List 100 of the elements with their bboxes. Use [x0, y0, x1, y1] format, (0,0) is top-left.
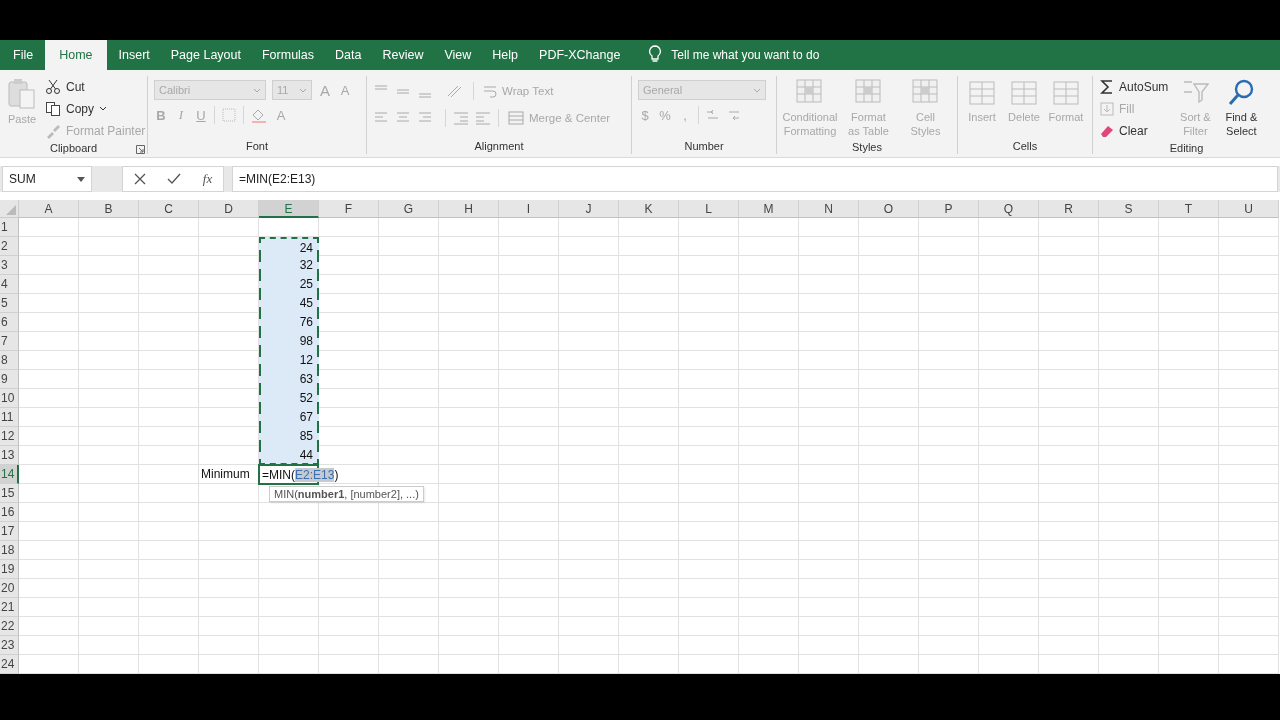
column-header[interactable]: R: [1039, 200, 1099, 218]
column-header[interactable]: L: [679, 200, 739, 218]
row-header[interactable]: 11: [0, 408, 19, 427]
row-header[interactable]: 9: [0, 370, 19, 389]
column-header[interactable]: C: [139, 200, 199, 218]
function-tooltip: MIN(number1, [number2], ...): [269, 485, 424, 502]
ribbon-tab[interactable]: File: [4, 40, 43, 70]
group-label: Clipboard: [49, 141, 98, 154]
group-label: Alignment: [474, 139, 524, 152]
column-header[interactable]: Q: [979, 200, 1039, 218]
column-header[interactable]: K: [619, 200, 679, 218]
row-header[interactable]: 1: [0, 218, 19, 237]
row-header[interactable]: 3: [0, 256, 19, 275]
group-label: Editing: [1169, 141, 1204, 154]
ribbon-tab[interactable]: Insert: [109, 40, 159, 70]
row-header[interactable]: 21: [0, 598, 19, 617]
name-box[interactable]: SUM: [2, 166, 92, 192]
formula-input[interactable]: =MIN(E2:E13): [232, 166, 1278, 192]
column-header[interactable]: A: [19, 200, 79, 218]
row-header[interactable]: 7: [0, 332, 19, 351]
ribbon-tab[interactable]: Data: [326, 40, 371, 70]
ribbon-tab[interactable]: Home: [45, 40, 107, 70]
column-header[interactable]: P: [919, 200, 979, 218]
paintbrush-icon: [45, 122, 61, 139]
table-cell: 52: [259, 389, 319, 408]
column-header[interactable]: M: [739, 200, 799, 218]
row-header[interactable]: 6: [0, 313, 19, 332]
copy-icon: [45, 100, 61, 117]
grid-cells-icon: [1008, 78, 1040, 108]
grid-cells-icon: [966, 78, 998, 108]
ribbon-tab[interactable]: View: [435, 40, 481, 70]
column-header[interactable]: T: [1159, 200, 1219, 218]
column-header[interactable]: N: [799, 200, 859, 218]
column-header[interactable]: J: [559, 200, 619, 218]
column-header[interactable]: D: [199, 200, 259, 218]
autosum-button[interactable]: AutoSum: [1097, 76, 1172, 97]
row-header[interactable]: 12: [0, 427, 19, 446]
fill-down-icon: [1100, 100, 1114, 117]
row-header[interactable]: 2: [0, 237, 19, 256]
row-header[interactable]: 14: [0, 465, 19, 484]
table-cell: 25: [259, 275, 319, 294]
table-cell: 63: [259, 370, 319, 389]
row-header[interactable]: 16: [0, 503, 19, 522]
group-label: Number: [684, 139, 724, 152]
merge-icon: [508, 110, 524, 125]
table-cell: 45: [259, 294, 319, 313]
ribbon-tab[interactable]: Page Layout: [161, 40, 250, 70]
table-cell: 98: [259, 332, 319, 351]
lightbulb-icon: [648, 45, 663, 63]
row-header[interactable]: 10: [0, 389, 19, 408]
row-header[interactable]: 5: [0, 294, 19, 313]
eraser-icon: [1100, 123, 1114, 138]
ribbon-tab[interactable]: PDF-XChange: [530, 40, 630, 70]
table-cell: 67: [259, 408, 319, 427]
row-header[interactable]: 23: [0, 636, 19, 655]
column-header[interactable]: E: [259, 200, 319, 218]
caret-icon: [99, 106, 107, 111]
ribbon-tab[interactable]: Help: [483, 40, 528, 70]
row-header[interactable]: 20: [0, 579, 19, 598]
row-header[interactable]: 17: [0, 522, 19, 541]
cell-formula[interactable]: =MIN(E2:E13): [261, 467, 339, 482]
row-header[interactable]: 13: [0, 446, 19, 465]
table-cell: 32: [259, 256, 319, 275]
ribbon-tab[interactable]: Review: [373, 40, 433, 70]
sigma-icon: [1100, 78, 1114, 95]
row-header[interactable]: 8: [0, 351, 19, 370]
row-header[interactable]: 4: [0, 275, 19, 294]
row-header[interactable]: 19: [0, 560, 19, 579]
column-header[interactable]: S: [1099, 200, 1159, 218]
insert-function-button[interactable]: fx: [202, 171, 213, 187]
dropdown-arrow-icon: [77, 176, 85, 182]
find-select-button[interactable]: Find & Select: [1219, 76, 1264, 141]
table-cell: 12: [259, 351, 319, 370]
select-all-icon[interactable]: [6, 205, 16, 215]
group-label: Cells: [1012, 139, 1038, 152]
column-header[interactable]: H: [439, 200, 499, 218]
cancel-icon[interactable]: [133, 173, 146, 185]
checkmark-icon[interactable]: [167, 173, 182, 185]
tell-me-search[interactable]: Tell me what you want to do: [671, 40, 820, 70]
column-header[interactable]: I: [499, 200, 559, 218]
table-cell-text: Minimum: [200, 466, 251, 483]
table-cell: 85: [259, 427, 319, 446]
grid-cells-icon: [1050, 78, 1082, 108]
ribbon-tab[interactable]: Formulas: [252, 40, 324, 70]
row-header[interactable]: 18: [0, 541, 19, 560]
column-header[interactable]: F: [319, 200, 379, 218]
clipboard-icon: [7, 78, 37, 110]
column-header[interactable]: G: [379, 200, 439, 218]
column-header[interactable]: U: [1219, 200, 1279, 218]
copy-button[interactable]: Copy: [42, 98, 149, 119]
column-header[interactable]: O: [859, 200, 919, 218]
cut-button[interactable]: Cut: [42, 76, 149, 97]
row-header[interactable]: 22: [0, 617, 19, 636]
dialog-launcher-icon[interactable]: [136, 145, 145, 154]
group-label: Styles: [852, 141, 882, 153]
clear-button[interactable]: Clear: [1097, 120, 1172, 141]
scissors-icon: [45, 78, 61, 95]
row-header[interactable]: 15: [0, 484, 19, 503]
row-header[interactable]: 24: [0, 655, 19, 674]
column-header[interactable]: B: [79, 200, 139, 218]
